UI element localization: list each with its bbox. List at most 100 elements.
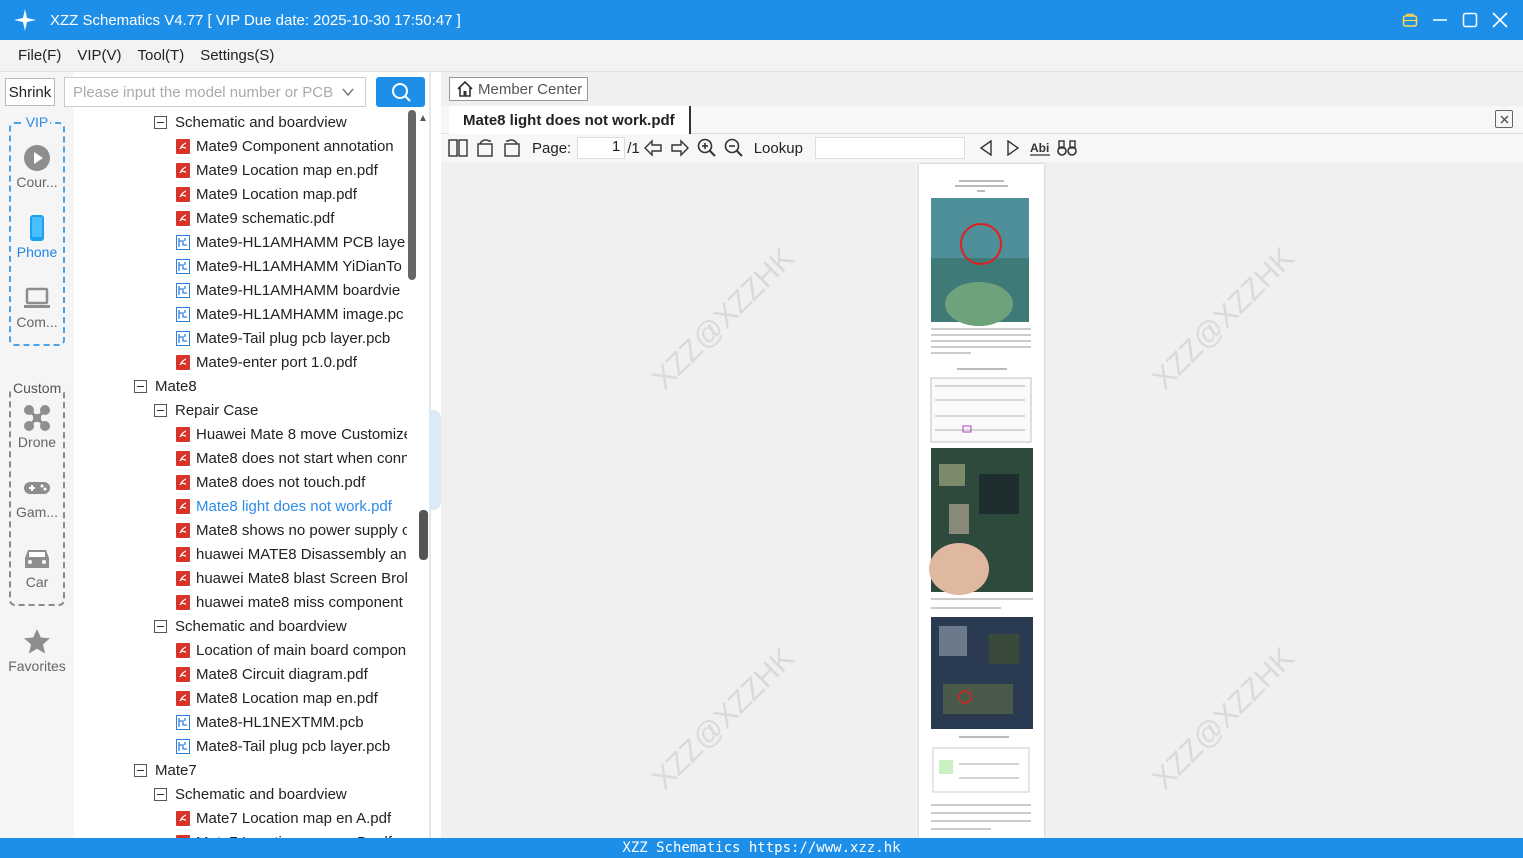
scroll-up-icon[interactable]: ▲: [418, 113, 428, 124]
find-prev-icon[interactable]: [975, 137, 997, 159]
tree-file[interactable]: Mate9 Location map en.pdf: [176, 158, 407, 182]
document-tab[interactable]: Mate8 light does not work.pdf: [449, 106, 691, 134]
prev-page-icon[interactable]: [642, 137, 664, 159]
tree-item-label: Schematic and boardview: [175, 785, 347, 803]
pdf-file-icon: [176, 642, 190, 658]
tree-file[interactable]: Mate7 Location map en A.pdf: [176, 806, 407, 830]
pdf-file-icon: [176, 522, 190, 538]
tree-file[interactable]: Mate8 does not start when conn: [176, 446, 407, 470]
category-game[interactable]: Gam...: [0, 474, 74, 520]
tree-file[interactable]: Mate8-Tail plug pcb layer.pcb: [176, 734, 407, 758]
pdf-file-icon: [176, 474, 190, 490]
menu-vip[interactable]: VIP(V): [69, 47, 129, 64]
next-page-icon[interactable]: [669, 137, 691, 159]
pdf-canvas[interactable]: XZZ@XZZHK XZZ@XZZHK XZZ@XZZHK XZZ@XZZHK: [441, 162, 1523, 838]
zoom-out-icon[interactable]: [723, 137, 745, 159]
tree-file[interactable]: Mate9-HL1AMHAMM image.pc: [176, 302, 407, 326]
tree-file[interactable]: Mate9-HL1AMHAMM YiDianTo: [176, 254, 407, 278]
collapse-toggle-icon[interactable]: [134, 763, 147, 777]
tree-file[interactable]: Location of main board compon: [176, 638, 407, 662]
lookup-input[interactable]: [814, 137, 965, 159]
page-input[interactable]: 1: [577, 137, 626, 159]
category-label: Cour...: [16, 174, 58, 190]
pdf-file-icon: [176, 354, 190, 370]
tree-file[interactable]: huawei Mate8 blast Screen Brok: [176, 566, 407, 590]
close-tab-icon[interactable]: [1495, 110, 1513, 128]
member-center-button[interactable]: Member Center: [449, 77, 588, 101]
collapse-toggle-icon[interactable]: [154, 619, 167, 633]
tree-file[interactable]: Mate9-HL1AMHAMM boardvie: [176, 278, 407, 302]
tree-file[interactable]: Mate7 Location map en B.pdf: [176, 830, 407, 838]
tree-folder[interactable]: Mate7: [134, 758, 407, 782]
search-input[interactable]: Please input the model number or PCB: [64, 77, 366, 107]
tree-file[interactable]: Mate8 Location map en.pdf: [176, 686, 407, 710]
pdf-file-icon: [176, 426, 190, 442]
tree-file[interactable]: Mate8 light does not work.pdf: [176, 494, 407, 518]
tree-item-label: Mate8: [155, 377, 197, 395]
tree-file[interactable]: huawei MATE8 Disassembly and: [176, 542, 407, 566]
tree-file[interactable]: Mate9 Component annotation: [176, 134, 407, 158]
collapse-toggle-icon[interactable]: [134, 379, 147, 393]
collapse-panel-handle[interactable]: [429, 410, 441, 510]
tree-horizontal-thumb[interactable]: [419, 510, 428, 560]
tree-file[interactable]: Mate8 shows no power supply c: [176, 518, 407, 542]
collapse-toggle-icon[interactable]: [154, 787, 167, 801]
tree-file[interactable]: Mate8 Circuit diagram.pdf: [176, 662, 407, 686]
category-phone[interactable]: Phone: [0, 214, 74, 260]
chevron-down-icon[interactable]: [341, 85, 355, 99]
vip-group-label: VIP: [23, 114, 51, 130]
tree-file[interactable]: Mate8-HL1NEXTMM.pcb: [176, 710, 407, 734]
two-page-view-icon[interactable]: [447, 137, 469, 159]
category-courses[interactable]: Cour...: [0, 144, 74, 190]
maximize-button[interactable]: [1455, 5, 1485, 35]
title-bar: XZZ Schematics V4.77 [ VIP Due date: 202…: [0, 0, 1523, 40]
tree-folder[interactable]: Schematic and boardview: [154, 782, 407, 806]
menu-settings[interactable]: Settings(S): [192, 47, 282, 64]
rotate-right-icon[interactable]: [501, 137, 523, 159]
tree-file[interactable]: Huawei Mate 8 move Customize: [176, 422, 407, 446]
pdf-page[interactable]: [919, 164, 1044, 838]
match-case-icon[interactable]: Abi: [1029, 137, 1051, 159]
category-favorites[interactable]: Favorites: [0, 628, 74, 674]
close-button[interactable]: [1485, 5, 1515, 35]
shrink-button[interactable]: Shrink: [5, 78, 55, 106]
find-next-icon[interactable]: [1002, 137, 1024, 159]
search-placeholder: Please input the model number or PCB: [73, 83, 334, 101]
collapse-toggle-icon[interactable]: [154, 403, 167, 417]
pcb-file-icon: [176, 306, 190, 322]
tree-folder[interactable]: Repair Case: [154, 398, 407, 422]
file-tree: Schematic and boardview Mate9 Component a…: [74, 110, 417, 838]
rotate-left-icon[interactable]: [474, 137, 496, 159]
binoculars-icon[interactable]: [1056, 137, 1078, 159]
category-car[interactable]: Car: [0, 544, 74, 590]
tree-item-label: Mate8-Tail plug pcb layer.pcb: [196, 737, 391, 755]
pdf-file-icon: [176, 690, 190, 706]
zoom-in-icon[interactable]: [696, 137, 718, 159]
pdf-file-icon: [176, 594, 190, 610]
category-computer[interactable]: Com...: [0, 284, 74, 330]
pdf-file-icon: [176, 210, 190, 226]
search-button[interactable]: [376, 77, 425, 107]
tree-file[interactable]: Mate9-enter port 1.0.pdf: [176, 350, 407, 374]
vip-bag-icon[interactable]: [1395, 5, 1425, 35]
tree-file[interactable]: huawei mate8 miss component: [176, 590, 407, 614]
laptop-icon: [24, 287, 50, 308]
tree-folder[interactable]: Schematic and boardview: [154, 110, 407, 134]
tree-file[interactable]: Mate9 schematic.pdf: [176, 206, 407, 230]
tree-file[interactable]: Mate9-Tail plug pcb layer.pcb: [176, 326, 407, 350]
tree-file[interactable]: Mate9-HL1AMHAMM PCB laye: [176, 230, 407, 254]
tree-folder[interactable]: Mate8: [134, 374, 407, 398]
tree-file[interactable]: Mate9 Location map.pdf: [176, 182, 407, 206]
menu-file[interactable]: File(F): [10, 47, 69, 64]
tree-item-label: Mate9-HL1AMHAMM YiDianTo: [196, 257, 402, 275]
tree-item-label: Location of main board compon: [196, 641, 407, 659]
tree-folder[interactable]: Schematic and boardview: [154, 614, 407, 638]
pdf-file-icon: [176, 810, 190, 826]
menu-tool[interactable]: Tool(T): [130, 47, 193, 64]
minimize-button[interactable]: [1425, 5, 1455, 35]
category-sidebar: Shrink VIP Cour... Phone Com... Custom D…: [0, 72, 74, 838]
category-drone[interactable]: Drone: [0, 404, 74, 450]
tree-file[interactable]: Mate8 does not touch.pdf: [176, 470, 407, 494]
collapse-toggle-icon[interactable]: [154, 115, 167, 129]
tree-scrollbar[interactable]: [408, 110, 416, 280]
